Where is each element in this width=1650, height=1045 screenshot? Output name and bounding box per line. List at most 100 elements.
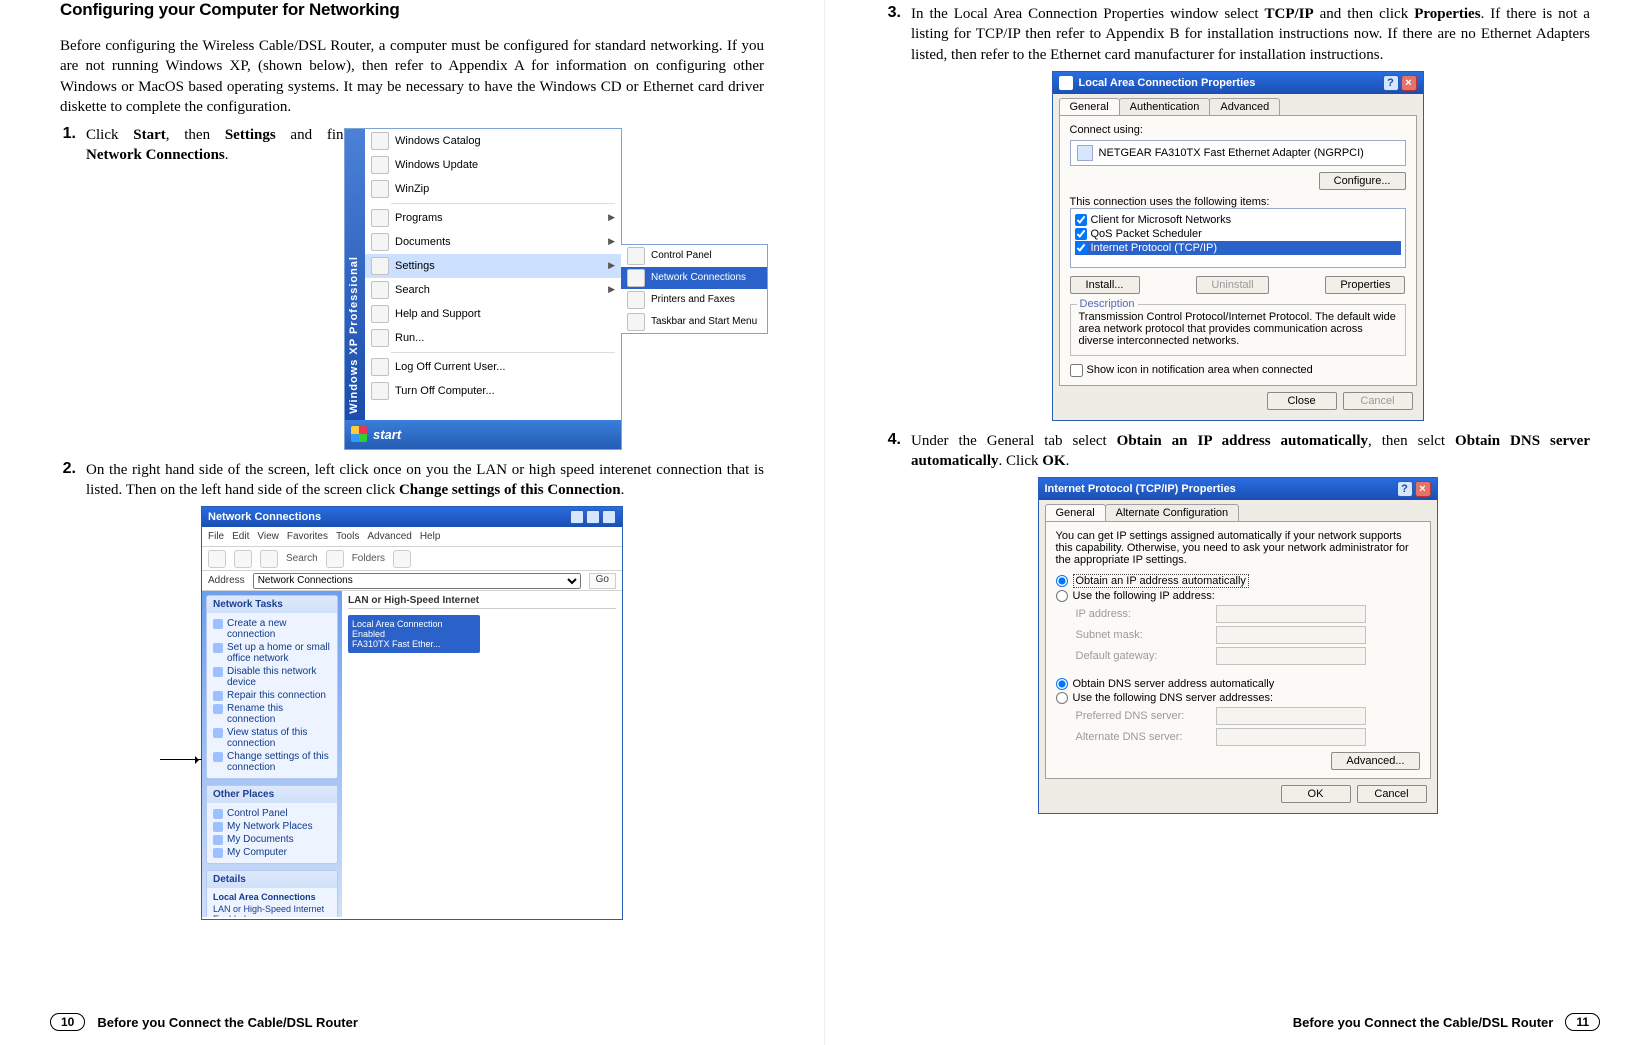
tab-general[interactable]: General <box>1059 98 1120 115</box>
place-link[interactable]: My Documents <box>213 833 331 846</box>
views-button[interactable] <box>393 550 411 568</box>
menu-item[interactable]: Help and Support <box>365 302 621 326</box>
task-link[interactable]: Repair this connection <box>213 689 331 702</box>
step-text: . <box>621 482 625 498</box>
list-item[interactable]: QoS Packet Scheduler <box>1075 227 1401 241</box>
task-link[interactable]: Rename this connection <box>213 702 331 726</box>
flyout-item[interactable]: Taskbar and Start Menu <box>621 311 767 333</box>
place-link[interactable]: Control Panel <box>213 807 331 820</box>
label: Connect using: <box>1070 124 1406 136</box>
programs-icon <box>371 209 389 227</box>
list-item[interactable]: Client for Microsoft Networks <box>1075 213 1401 227</box>
menu-item-settings[interactable]: Settings▶ <box>365 254 621 278</box>
start-button[interactable]: start <box>345 420 621 449</box>
menu-item[interactable]: WinZip <box>365 177 621 201</box>
menu-favorites[interactable]: Favorites <box>287 531 328 542</box>
preferred-dns-field[interactable] <box>1216 707 1366 725</box>
section-heading: Configuring your Computer for Networking <box>60 0 764 20</box>
list-item-tcpip[interactable]: Internet Protocol (TCP/IP) <box>1075 241 1401 255</box>
menu-advanced[interactable]: Advanced <box>367 531 411 542</box>
menu-file[interactable]: File <box>208 531 224 542</box>
maximize-icon[interactable] <box>586 510 600 524</box>
field-label: Preferred DNS server: <box>1076 710 1216 722</box>
task-link[interactable]: Set up a home or small office network <box>213 641 331 665</box>
forward-button[interactable] <box>234 550 252 568</box>
checkbox[interactable] <box>1075 242 1087 254</box>
details-header: Details <box>207 871 337 888</box>
flyout-label: Control Panel <box>651 250 712 261</box>
properties-button[interactable]: Properties <box>1325 276 1405 294</box>
checkbox[interactable] <box>1075 228 1087 240</box>
back-button[interactable] <box>208 550 226 568</box>
checkbox[interactable] <box>1075 214 1087 226</box>
alternate-dns-field[interactable] <box>1216 728 1366 746</box>
subnet-mask-field[interactable] <box>1216 626 1366 644</box>
close-icon[interactable]: × <box>1401 75 1417 91</box>
ui-term: Start <box>133 127 166 143</box>
flyout-item[interactable]: Printers and Faxes <box>621 289 767 311</box>
go-button[interactable]: Go <box>589 573 616 589</box>
cancel-button[interactable]: Cancel <box>1343 392 1413 410</box>
menu-tools[interactable]: Tools <box>336 531 359 542</box>
connection-item[interactable]: Local Area Connection Enabled FA310TX Fa… <box>348 615 480 653</box>
flyout-item[interactable]: Control Panel <box>621 245 767 267</box>
close-button[interactable]: Close <box>1267 392 1337 410</box>
screenshot-tcpip-properties: Internet Protocol (TCP/IP) Properties ?×… <box>1038 477 1438 814</box>
step-number: 3. <box>885 4 911 65</box>
tab-general[interactable]: General <box>1045 504 1106 521</box>
tab-advanced[interactable]: Advanced <box>1209 98 1280 115</box>
tab-authentication[interactable]: Authentication <box>1119 98 1211 115</box>
field-label: IP address: <box>1076 608 1216 620</box>
address-select[interactable]: Network Connections <box>253 573 581 589</box>
uninstall-button[interactable]: Uninstall <box>1196 276 1268 294</box>
step-text: . <box>1066 453 1070 469</box>
menu-view[interactable]: View <box>257 531 279 542</box>
field-label: Default gateway: <box>1076 650 1216 662</box>
toolbar: Search Folders <box>202 547 622 571</box>
menu-item[interactable]: Search▶ <box>365 278 621 302</box>
close-icon[interactable]: × <box>1415 481 1431 497</box>
advanced-button[interactable]: Advanced... <box>1331 752 1419 770</box>
ui-term: Network Connections <box>86 147 225 163</box>
menu-edit[interactable]: Edit <box>232 531 249 542</box>
radio-obtain-ip-auto[interactable] <box>1056 575 1068 587</box>
menu-item[interactable]: Run... <box>365 326 621 350</box>
folders-button[interactable] <box>326 550 344 568</box>
tab-alternate[interactable]: Alternate Configuration <box>1105 504 1240 521</box>
task-link[interactable]: Change settings of this connection <box>213 750 331 774</box>
configure-button[interactable]: Configure... <box>1319 172 1406 190</box>
gateway-field[interactable] <box>1216 647 1366 665</box>
menu-item[interactable]: Windows Update <box>365 153 621 177</box>
menu-item[interactable]: Documents▶ <box>365 230 621 254</box>
menu-item[interactable]: Programs▶ <box>365 206 621 230</box>
radio-obtain-dns-auto[interactable] <box>1056 678 1068 690</box>
place-link[interactable]: My Computer <box>213 846 331 859</box>
cancel-button[interactable]: Cancel <box>1357 785 1427 803</box>
page-number: 11 <box>1565 1013 1600 1031</box>
menu-item[interactable]: Turn Off Computer... <box>365 379 621 403</box>
task-link[interactable]: Create a new connection <box>213 617 331 641</box>
menu-item[interactable]: Windows Catalog <box>365 129 621 153</box>
radio-use-ip[interactable] <box>1056 590 1068 602</box>
show-icon-checkbox[interactable] <box>1070 364 1083 377</box>
ok-button[interactable]: OK <box>1281 785 1351 803</box>
step-text: , then <box>166 127 225 143</box>
ui-term: Obtain an IP address automatically <box>1117 433 1368 449</box>
detail-text: Enabled <box>213 914 331 917</box>
task-link[interactable]: Disable this network device <box>213 665 331 689</box>
ip-address-field[interactable] <box>1216 605 1366 623</box>
minimize-icon[interactable] <box>570 510 584 524</box>
menu-item[interactable]: Log Off Current User... <box>365 355 621 379</box>
close-icon[interactable] <box>602 510 616 524</box>
help-icon[interactable]: ? <box>1383 75 1399 91</box>
install-button[interactable]: Install... <box>1070 276 1140 294</box>
place-link[interactable]: My Network Places <box>213 820 331 833</box>
radio-label: Obtain an IP address automatically <box>1073 574 1249 588</box>
flyout-item-network-connections[interactable]: Network Connections <box>621 267 767 289</box>
radio-use-dns[interactable] <box>1056 692 1068 704</box>
up-button[interactable] <box>260 550 278 568</box>
task-link[interactable]: View status of this connection <box>213 726 331 750</box>
menu-help[interactable]: Help <box>420 531 441 542</box>
label: This connection uses the following items… <box>1070 196 1406 208</box>
help-icon[interactable]: ? <box>1397 481 1413 497</box>
